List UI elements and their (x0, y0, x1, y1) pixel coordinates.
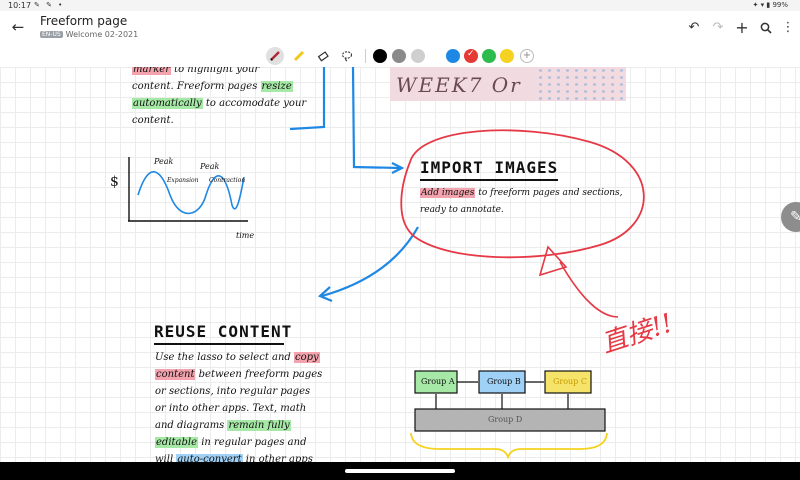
system-nav-bar (0, 462, 800, 480)
reuse-paragraph: Use the lasso to select and copy content … (155, 349, 322, 462)
color-swatch-light-gray[interactable] (411, 49, 425, 63)
more-options-icon[interactable]: ⋮ (780, 20, 796, 36)
reuse-heading-underline (154, 343, 284, 345)
battery-indicator: ✦ ▾ ▮ 99% (752, 1, 788, 9)
reuse-line-rest: in other apps (242, 454, 313, 462)
reuse-line: or into other apps. Text, math (155, 400, 322, 417)
import-images-heading: IMPORT IMAGES (420, 158, 559, 177)
reuse-line-rest: between freeform pages (195, 369, 323, 380)
chart-contraction-label: Contraction (209, 177, 246, 184)
ink-toolbar: + (0, 45, 800, 68)
reuse-content-heading: REUSE CONTENT (154, 322, 293, 341)
reuse-highlight: content (155, 369, 196, 380)
import-line-1-rest: to freeform pages and sections, (475, 188, 623, 198)
reuse-highlight: editable (155, 437, 199, 448)
reuse-line-text: or sections, into regular pages (155, 386, 311, 397)
freeform-canvas[interactable]: WEEK7 Or marker to highlight your conten… (0, 67, 800, 462)
group-d-label: Group D (488, 415, 523, 424)
reuse-highlight: copy (294, 352, 320, 363)
reuse-highlight: remain fully (227, 420, 291, 431)
status-bar: 10:17 ✎ ✎ • ✦ ▾ ▮ 99% (0, 0, 800, 11)
toolbar-divider (365, 49, 366, 63)
reuse-line: content between freeform pages (155, 366, 322, 383)
add-icon[interactable]: + (734, 20, 750, 36)
lasso-tool-icon[interactable] (338, 47, 356, 65)
chart-expansion-label: Expansion (167, 177, 199, 184)
eraser-tool-icon[interactable] (314, 47, 332, 65)
color-swatch-black[interactable] (373, 49, 387, 63)
language-tag: EN-US (40, 31, 63, 38)
reuse-line: editable in regular pages and (155, 434, 322, 451)
page-subtitle: EN-US Welcome 02-2021 (40, 30, 138, 39)
group-b-label: Group B (487, 377, 521, 386)
app-bar: ← Freeform page EN-US Welcome 02-2021 ↶ ↷… (0, 11, 800, 45)
group-a-label: Group A (421, 377, 455, 386)
reuse-line-text: or into other apps. Text, math (155, 403, 307, 414)
chart-dollar-label: $ (110, 174, 119, 190)
reuse-line-rest: in regular pages and (198, 437, 307, 448)
reuse-line-text: Use the lasso to select and (155, 352, 294, 363)
red-arrowhead (538, 245, 568, 277)
reuse-line-text: and diagrams (155, 420, 228, 431)
import-line-1: Add images to freeform pages and section… (420, 185, 623, 202)
pen-tool-icon[interactable] (266, 47, 284, 65)
reuse-line: and diagrams remain fully (155, 417, 322, 434)
undo-icon[interactable]: ↶ (686, 20, 702, 36)
import-paragraph: Add images to freeform pages and section… (420, 185, 623, 219)
color-swatch-red[interactable] (464, 49, 478, 63)
home-gesture-handle[interactable] (345, 469, 455, 473)
blue-arrow-to-reuse (321, 226, 419, 298)
yellow-brace (410, 432, 608, 460)
color-swatch-green[interactable] (482, 49, 496, 63)
group-c-label: Group C (553, 377, 587, 386)
notification-icons: ✎ ✎ • (34, 1, 65, 9)
redo-icon[interactable]: ↷ (710, 20, 726, 36)
color-swatch-blue[interactable] (446, 49, 460, 63)
back-arrow-icon[interactable]: ← (10, 19, 26, 35)
reuse-line: will auto-convert in other apps (155, 451, 322, 462)
highlighter-tool-icon[interactable] (290, 47, 308, 65)
color-swatch-yellow[interactable] (500, 49, 514, 63)
chart-peak-label-2: Peak (200, 162, 220, 171)
search-icon[interactable] (758, 20, 774, 36)
highlight-add-images: Add images (420, 188, 476, 198)
red-arrow (559, 261, 619, 318)
blue-connector-top (289, 67, 326, 131)
reuse-highlight: auto-convert (176, 454, 243, 462)
import-heading-underline (420, 179, 558, 181)
reuse-line: Use the lasso to select and copy (155, 349, 322, 366)
import-line-2: ready to annotate. (420, 205, 504, 215)
color-swatch-gray[interactable] (392, 49, 406, 63)
page-title: Freeform page (40, 14, 128, 28)
ink-layer (128, 67, 645, 460)
add-color-icon[interactable]: + (520, 49, 534, 63)
blue-arrow-to-import (351, 67, 401, 170)
reuse-line: or sections, into regular pages (155, 383, 322, 400)
chart-peak-label-1: Peak (154, 157, 174, 166)
reuse-line-text: will (155, 454, 177, 462)
chart-time-label: time (236, 231, 255, 240)
notebook-name: Welcome 02-2021 (65, 30, 139, 39)
status-time: 10:17 (8, 1, 32, 10)
